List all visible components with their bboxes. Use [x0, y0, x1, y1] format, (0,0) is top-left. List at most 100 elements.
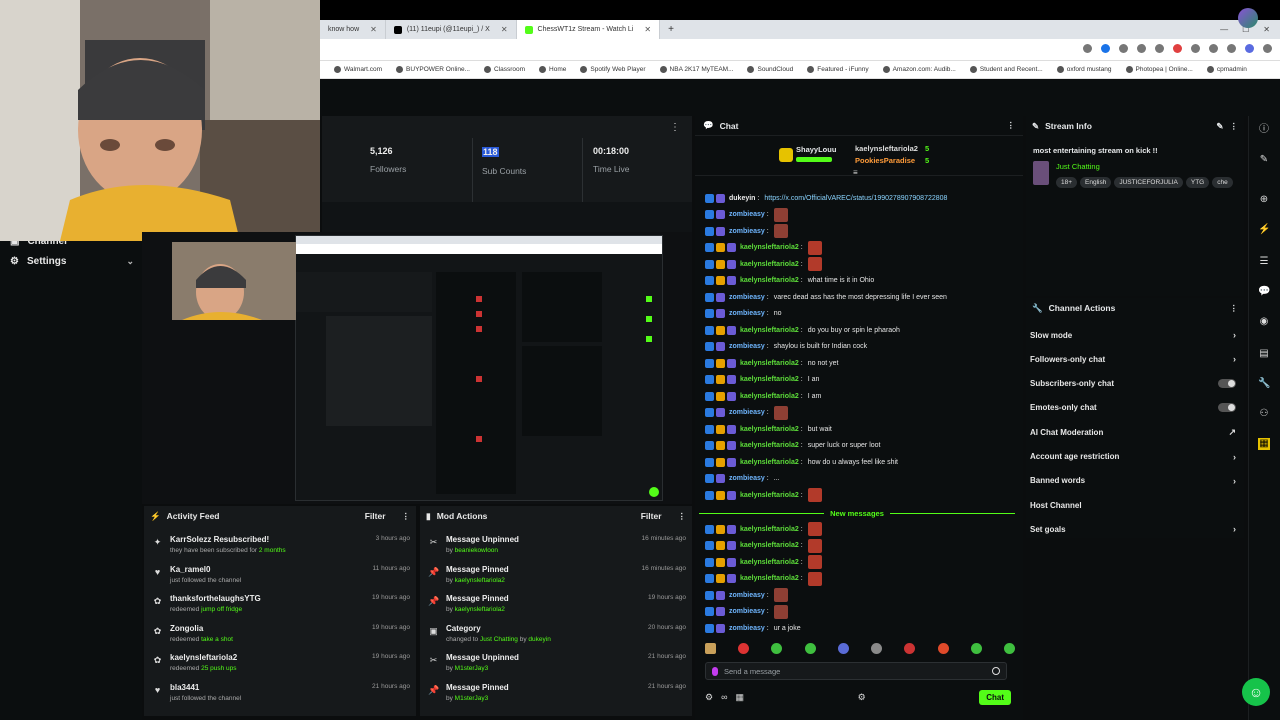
- pencil-icon[interactable]: ✎: [1258, 154, 1270, 166]
- chat-message[interactable]: zombieasy: ur a joke: [705, 621, 1015, 635]
- more-options-icon[interactable]: ⋮: [670, 122, 680, 133]
- chat-message[interactable]: kaelynsleftariola2: how do u always feel …: [705, 455, 1015, 469]
- close-tab-icon[interactable]: ✕: [644, 25, 651, 34]
- chat-username[interactable]: dukeyin: [729, 195, 755, 202]
- info-icon[interactable]: ⓘ: [1258, 124, 1270, 136]
- chat-message[interactable]: kaelynsleftariola2: no not yet: [705, 356, 1015, 370]
- emote-icon[interactable]: [1003, 642, 1015, 654]
- chat-message[interactable]: kaelynsleftariola2: I am: [705, 389, 1015, 403]
- chat-message[interactable]: zombieasy: shaylou is built for Indian co…: [705, 340, 1015, 354]
- feed-item-highlight[interactable]: 25 push ups: [201, 665, 236, 672]
- browser-tab[interactable]: know how ✕: [320, 20, 386, 39]
- chat-message[interactable]: kaelynsleftariola2: but wait: [705, 422, 1015, 436]
- chat-username[interactable]: kaelynsleftariola2: [740, 393, 799, 400]
- browser-tab[interactable]: (11) 11eupi (@11eupi_) / X ✕: [386, 20, 517, 39]
- chat-message[interactable]: kaelynsleftariola2:: [705, 522, 1015, 536]
- feed-item-highlight[interactable]: kaelynsleftariola2: [455, 577, 505, 584]
- extension-icon[interactable]: [1173, 44, 1182, 53]
- chat-username[interactable]: zombieasy: [729, 625, 765, 632]
- link-icon[interactable]: ∞: [721, 692, 727, 702]
- chat-username[interactable]: kaelynsleftariola2: [740, 559, 799, 566]
- chat-username[interactable]: kaelynsleftariola2: [740, 542, 799, 549]
- sidebar-item-settings[interactable]: ⚙ Settings ⌄: [10, 256, 134, 267]
- bookmark-item[interactable]: Home: [539, 66, 566, 73]
- minimize-icon[interactable]: —: [1220, 25, 1228, 34]
- chat-username[interactable]: kaelynsleftariola2: [740, 277, 799, 284]
- help-chat-button[interactable]: ☺: [1242, 678, 1270, 706]
- extension-icon[interactable]: [1191, 44, 1200, 53]
- bookmark-item[interactable]: Walmart.com: [334, 66, 382, 73]
- bookmark-star-icon[interactable]: [1101, 44, 1110, 53]
- emote-icon[interactable]: [871, 642, 883, 654]
- chat-message[interactable]: dukeyin: https://x.com/OfficialVAREC/stat…: [705, 191, 1015, 205]
- feed-item-highlight[interactable]: take a shot: [201, 636, 233, 643]
- close-tab-icon[interactable]: ✕: [501, 25, 508, 34]
- chat-username[interactable]: zombieasy: [729, 409, 765, 416]
- feed-item-highlight[interactable]: beaniekowloon: [455, 547, 498, 554]
- chat-message[interactable]: kaelynsleftariola2: what time is it in Oh…: [705, 274, 1015, 288]
- chat-message[interactable]: kaelynsleftariola2:: [705, 257, 1015, 271]
- chat-username[interactable]: kaelynsleftariola2: [740, 261, 799, 268]
- more-options-icon[interactable]: ⋮: [402, 511, 411, 522]
- channel-action-row[interactable]: Account age restriction ›: [1030, 450, 1236, 464]
- bookmark-item[interactable]: SoundCloud: [747, 66, 793, 73]
- close-tab-icon[interactable]: ✕: [370, 25, 377, 34]
- crosshair-icon[interactable]: ⊕: [1258, 194, 1270, 206]
- chat-username[interactable]: kaelynsleftariola2: [740, 442, 799, 449]
- chat-message[interactable]: kaelynsleftariola2:: [705, 555, 1015, 569]
- chat-username[interactable]: zombieasy: [729, 294, 765, 301]
- chat-username[interactable]: zombieasy: [729, 228, 765, 235]
- stream-tag[interactable]: 18+: [1056, 177, 1078, 188]
- chat-username[interactable]: kaelynsleftariola2: [740, 492, 799, 499]
- bookmark-item[interactable]: BUYPOWER Online...: [396, 66, 470, 73]
- chat-username[interactable]: zombieasy: [729, 592, 765, 599]
- lightning-icon[interactable]: ⚡: [1258, 224, 1270, 236]
- extension-icon[interactable]: [1155, 44, 1164, 53]
- feed-item-highlight[interactable]: Just Chatting: [480, 636, 518, 643]
- zoom-icon[interactable]: [1083, 44, 1092, 53]
- channel-action-row[interactable]: Followers-only chat ›: [1030, 352, 1236, 366]
- send-chat-button[interactable]: Chat: [979, 689, 1011, 705]
- channel-action-row[interactable]: Set goals ›: [1030, 522, 1236, 536]
- channel-action-row[interactable]: Subscribers-only chat: [1030, 377, 1236, 391]
- download-icon[interactable]: [1227, 44, 1236, 53]
- comment-icon[interactable]: 💬: [1258, 286, 1270, 298]
- channel-action-row[interactable]: AI Chat Moderation ↗: [1030, 425, 1236, 439]
- chat-username[interactable]: kaelynsleftariola2: [740, 426, 799, 433]
- chat-input[interactable]: Send a message: [705, 662, 1007, 680]
- collapse-icon[interactable]: ≡: [853, 168, 858, 177]
- pinned-name[interactable]: ShayyLouu: [796, 145, 836, 154]
- user-avatar[interactable]: [1238, 8, 1258, 28]
- chat-message[interactable]: zombieasy:: [705, 224, 1015, 238]
- more-options-icon[interactable]: ⋮: [678, 511, 687, 522]
- bookmark-item[interactable]: Amazon.com: Audib...: [882, 66, 956, 73]
- more-options-icon[interactable]: ⋮: [1230, 303, 1239, 314]
- emote-icon[interactable]: [970, 642, 982, 654]
- channel-action-row[interactable]: Banned words ›: [1030, 474, 1236, 488]
- chat-username[interactable]: kaelynsleftariola2: [740, 360, 799, 367]
- chat-username[interactable]: kaelynsleftariola2: [740, 327, 799, 334]
- chat-username[interactable]: zombieasy: [729, 343, 765, 350]
- bookmark-item[interactable]: NBA 2K17 MyTEAM...: [659, 66, 733, 73]
- bookmark-item[interactable]: oxford mustang: [1056, 66, 1112, 73]
- puzzle-icon[interactable]: [1209, 44, 1218, 53]
- chat-username[interactable]: kaelynsleftariola2: [740, 244, 799, 251]
- filter-button[interactable]: Filter: [641, 511, 662, 521]
- channel-action-row[interactable]: Slow mode ›: [1030, 328, 1236, 342]
- feed-item-highlight[interactable]: M1sterJay3: [455, 665, 489, 672]
- browser-tab-active[interactable]: ChessWT1z Stream - Watch Li ✕: [516, 20, 661, 39]
- bookmark-item[interactable]: Classroom: [483, 66, 525, 73]
- toggle-switch[interactable]: [1218, 403, 1236, 413]
- feed-item-highlight[interactable]: dukeyin: [528, 636, 550, 643]
- chat-message[interactable]: zombieasy:: [705, 588, 1015, 602]
- chat-username[interactable]: kaelynsleftariola2: [740, 575, 799, 582]
- close-window-icon[interactable]: ✕: [1263, 25, 1270, 34]
- chat-message[interactable]: zombieasy: no: [705, 307, 1015, 321]
- settings-gear-icon[interactable]: ⚙: [858, 692, 866, 703]
- chat-message[interactable]: zombieasy: varec dead ass has the most de…: [705, 290, 1015, 304]
- bookmark-item[interactable]: Student and Recent...: [969, 66, 1043, 73]
- stream-tag[interactable]: JUSTICEFORJULIA: [1114, 177, 1183, 188]
- filter-button[interactable]: Filter: [365, 511, 386, 521]
- feed-item-highlight[interactable]: 2 months: [259, 547, 286, 554]
- chat-username[interactable]: zombieasy: [729, 310, 765, 317]
